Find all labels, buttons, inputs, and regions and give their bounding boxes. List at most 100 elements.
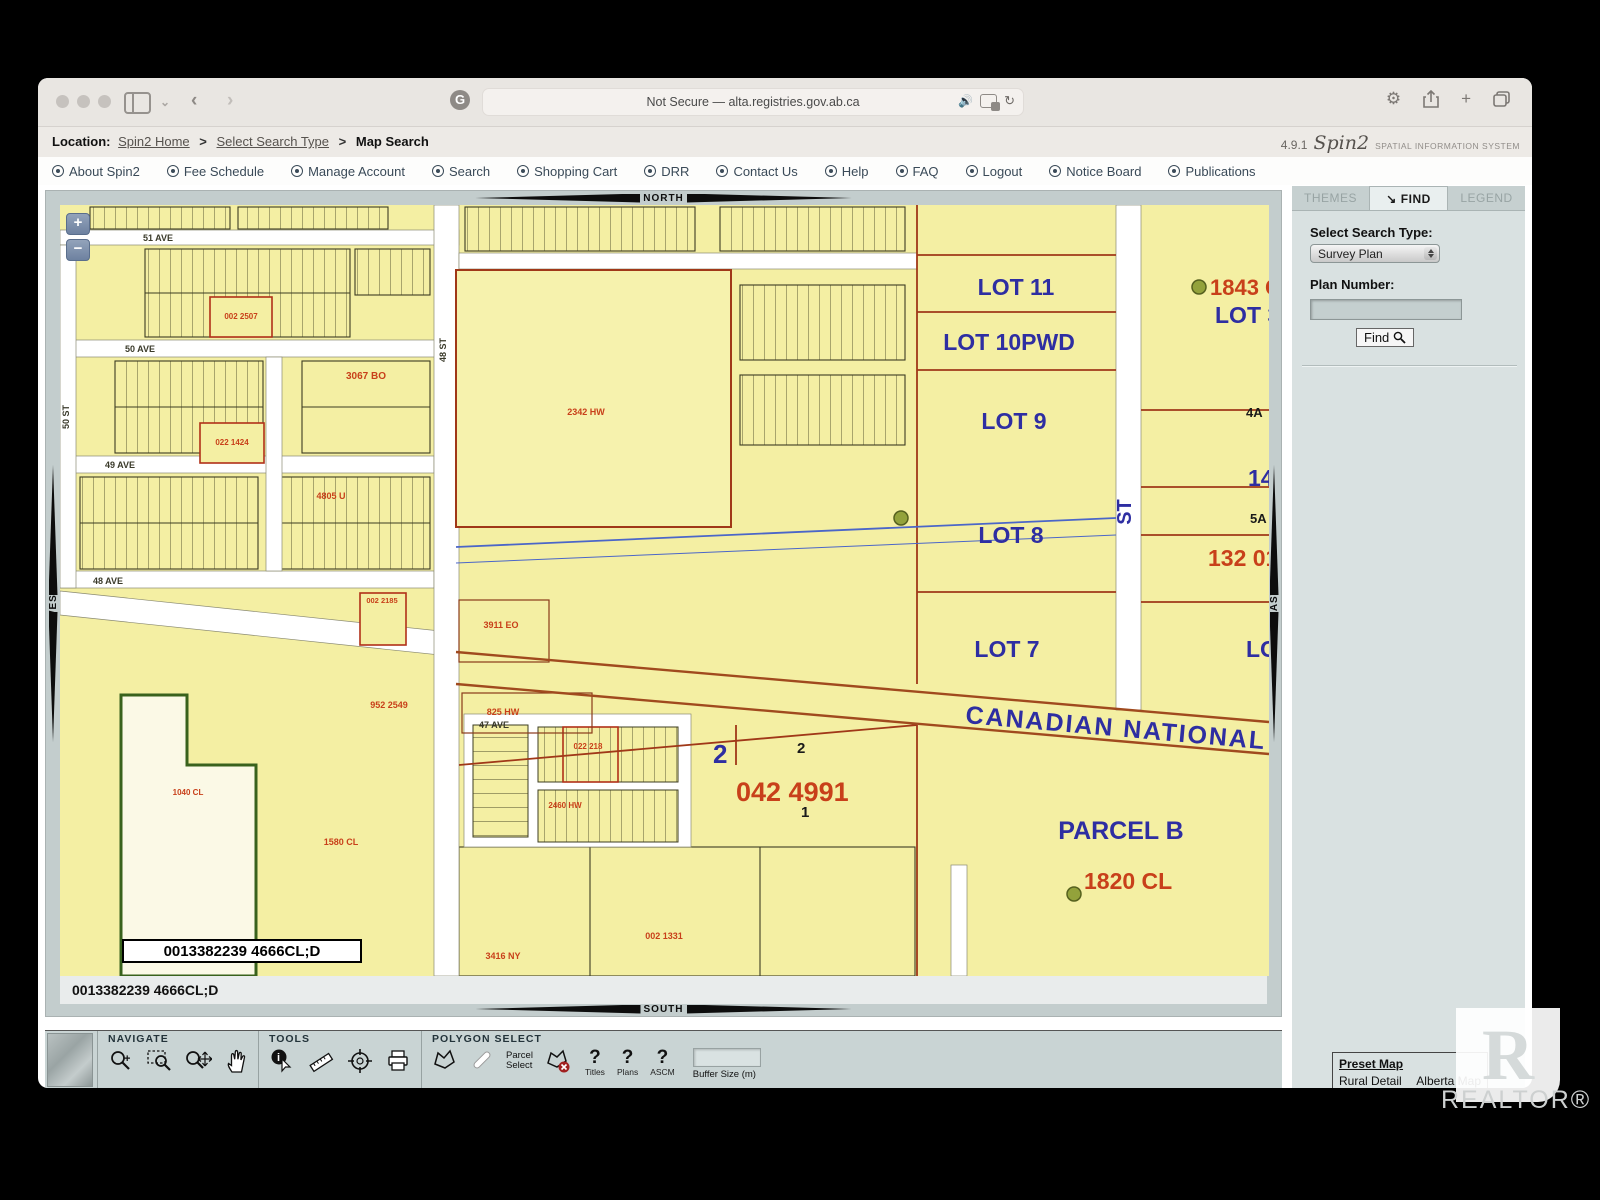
radio-icon <box>291 165 303 177</box>
breadcrumb-home-link[interactable]: Spin2 Home <box>118 134 190 149</box>
ascm-help[interactable]: ?ASCM <box>650 1048 675 1077</box>
zoom-pan-tool-icon[interactable] <box>184 1048 212 1074</box>
map-label-022218: 022 218 <box>574 742 603 751</box>
menu-item-publications[interactable]: Publications <box>1168 164 1255 179</box>
map-label-0022185: 002 2185 <box>366 596 397 605</box>
menu-item-shopping-cart[interactable]: Shopping Cart <box>517 164 617 179</box>
question-icon: ? <box>617 1048 638 1067</box>
breadcrumb-separator: > <box>199 134 207 149</box>
compass-east: EAST <box>1267 191 1281 1016</box>
menu-item-logout[interactable]: Logout <box>966 164 1023 179</box>
plans-help[interactable]: ?Plans <box>617 1048 638 1077</box>
buffer-size-input[interactable] <box>693 1048 761 1067</box>
svg-text:i: i <box>277 1052 280 1064</box>
menu-item-contact-us[interactable]: Contact Us <box>716 164 797 179</box>
map-label-1820cl: 1820 CL <box>1084 868 1172 894</box>
map-label-14: 14 <box>1248 465 1269 491</box>
back-button[interactable]: ‹ <box>191 90 197 112</box>
map-status-bar: 0013382239 4666CL;D <box>60 976 1267 1004</box>
polygon-draw-tool-icon[interactable] <box>432 1048 458 1072</box>
map-label-13201: 132 01 <box>1208 545 1269 571</box>
brand-suffix: SPATIAL INFORMATION SYSTEM <box>1375 141 1520 151</box>
extension-badge[interactable]: G <box>450 90 470 110</box>
map-label-1580cl: 1580 CL <box>324 837 359 847</box>
realtor-watermark-text: REALTOR® <box>1441 1086 1591 1115</box>
menu-item-search[interactable]: Search <box>432 164 490 179</box>
measure-tool-icon[interactable] <box>307 1048 335 1074</box>
chevron-down-icon[interactable]: ⌄ <box>160 95 170 109</box>
line-draw-tool-icon[interactable] <box>470 1048 494 1072</box>
identify-tool-icon[interactable]: i <box>269 1048 295 1074</box>
magnifier-icon <box>1393 331 1406 344</box>
map-canvas[interactable]: LOT 11 LOT 10PWD LOT 9 LOT 8 LOT 7 ST 18… <box>60 205 1269 976</box>
svg-text:+: + <box>124 1053 130 1065</box>
radio-icon <box>825 165 837 177</box>
audio-icon[interactable]: 🔊 <box>958 94 973 108</box>
radio-icon <box>167 165 179 177</box>
map-label-2460hw: 2460 HW <box>548 801 582 810</box>
brand-logo: Spin2 <box>1313 132 1369 154</box>
print-tool-icon[interactable] <box>385 1048 411 1074</box>
map-toolbar: NAVIGATE + TOOLS i POLYGON SELECT <box>45 1030 1282 1088</box>
menu-item-help[interactable]: Help <box>825 164 869 179</box>
plan-number-input[interactable] <box>1310 299 1462 320</box>
search-type-select[interactable]: Survey Plan <box>1310 244 1440 263</box>
map-label-1040cl: 1040 CL <box>173 788 204 797</box>
close-window-button[interactable] <box>56 95 69 108</box>
map-label-2-blue: 2 <box>713 739 727 769</box>
clear-polygon-tool-icon[interactable] <box>545 1048 573 1074</box>
window-controls[interactable] <box>56 95 119 113</box>
zoom-in-button[interactable]: + <box>66 213 90 235</box>
pan-hand-tool-icon[interactable] <box>224 1048 248 1074</box>
zoom-box-tool-icon[interactable] <box>146 1048 172 1074</box>
east-arrow-icon <box>1270 465 1279 595</box>
breadcrumb: Location: Spin2 Home > Select Search Typ… <box>52 134 429 149</box>
navigate-section: NAVIGATE + <box>97 1031 258 1088</box>
compass-west: WEST <box>46 191 60 1016</box>
menu-item-drr[interactable]: DRR <box>644 164 689 179</box>
forward-button[interactable]: › <box>227 90 233 112</box>
map-label-51ave: 51 AVE <box>143 233 173 243</box>
titles-help[interactable]: ?Titles <box>585 1048 605 1077</box>
buffer-size-label: Buffer Size (m) <box>693 1069 761 1080</box>
reload-icon[interactable]: ↻ <box>1004 93 1015 109</box>
tab-legend[interactable]: LEGEND <box>1448 186 1525 210</box>
browser-chrome: ⌄ ‹ › G Not Secure — alta.registries.gov… <box>38 78 1532 127</box>
address-bar[interactable]: Not Secure — alta.registries.gov.ab.ca 🔊… <box>482 88 1024 116</box>
center-map-tool-icon[interactable] <box>347 1048 373 1074</box>
main-menu: About Spin2 Fee Schedule Manage Account … <box>38 157 1532 185</box>
map-label-parcel-b: PARCEL B <box>1058 817 1183 845</box>
breadcrumb-search-type-link[interactable]: Select Search Type <box>217 134 330 149</box>
radio-icon <box>716 165 728 177</box>
parcel-select-tool[interactable]: ParcelSelect <box>506 1051 533 1072</box>
north-arrow-icon <box>475 194 640 203</box>
plan-number-label: Plan Number: <box>1310 277 1515 292</box>
preset-rural-detail[interactable]: Rural Detail <box>1339 1074 1402 1088</box>
compass-south: SOUTH <box>60 1002 1267 1016</box>
find-button[interactable]: Find <box>1356 328 1414 347</box>
menu-item-about[interactable]: About Spin2 <box>52 164 140 179</box>
minimize-window-button[interactable] <box>77 95 90 108</box>
tab-find[interactable]: ↘FIND <box>1369 186 1448 210</box>
new-tab-icon[interactable]: + <box>1461 89 1471 109</box>
map-label-0021331: 002 1331 <box>645 931 683 941</box>
menu-item-notice-board[interactable]: Notice Board <box>1049 164 1141 179</box>
question-icon: ? <box>650 1048 675 1067</box>
zoom-window-button[interactable] <box>98 95 111 108</box>
translate-icon[interactable] <box>980 94 997 108</box>
selected-parcel-id: 0013382239 4666CL;D <box>72 982 218 998</box>
share-icon[interactable] <box>1423 90 1439 108</box>
tab-overview-icon[interactable] <box>1493 91 1510 107</box>
overview-thumbnail[interactable] <box>47 1033 93 1087</box>
menu-item-manage-account[interactable]: Manage Account <box>291 164 405 179</box>
sidebar-divider <box>1302 365 1517 367</box>
tools-label: TOOLS <box>269 1033 411 1045</box>
settings-gear-icon[interactable]: ⚙ <box>1386 89 1401 109</box>
menu-item-faq[interactable]: FAQ <box>896 164 939 179</box>
tab-themes[interactable]: THEMES <box>1292 186 1369 210</box>
menu-item-fee-schedule[interactable]: Fee Schedule <box>167 164 264 179</box>
zoom-in-tool-icon[interactable]: + <box>108 1048 134 1074</box>
south-arrow-icon <box>687 1005 852 1014</box>
zoom-out-button[interactable]: − <box>66 239 90 261</box>
sidebar-toggle-icon[interactable] <box>124 92 151 114</box>
